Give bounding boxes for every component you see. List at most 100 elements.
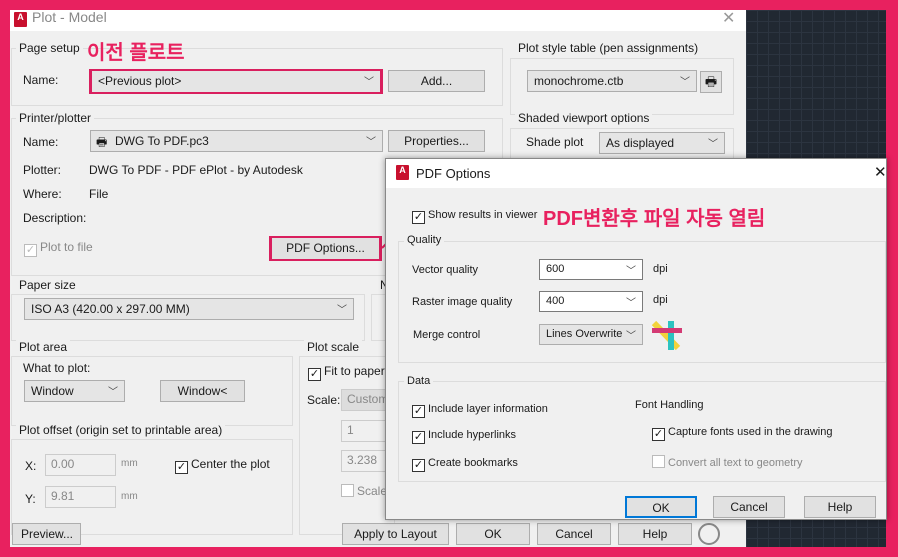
pdf-options-button[interactable]: PDF Options... — [272, 238, 379, 259]
include-layer-label: Include layer information — [428, 403, 548, 415]
what-to-plot-label: What to plot: — [23, 361, 91, 375]
pdf-options-dialog: A PDF Options ✕ ✓ Show results in viewer … — [385, 158, 887, 520]
show-results-checkbox[interactable]: ✓ Show results in viewer — [412, 209, 537, 224]
check-icon: ✓ — [24, 244, 37, 257]
annotation-auto-open: PDF변환후 파일 자동 열림 — [543, 208, 766, 230]
create-bookmarks-label: Create bookmarks — [428, 457, 518, 469]
merge-control-value: Lines Overwrite — [546, 328, 623, 340]
check-icon: ✓ — [308, 368, 321, 381]
chevron-down-icon: ﹀ — [337, 305, 347, 316]
what-to-plot-select[interactable]: Window ﹀ — [24, 380, 125, 402]
plotter-label: Plotter: — [23, 163, 62, 177]
plot-style-select[interactable]: monochrome.ctb ﹀ — [527, 70, 697, 92]
chevron-down-icon: ﹀ — [680, 77, 690, 88]
include-hyperlinks-checkbox[interactable]: ✓ Include hyperlinks — [412, 429, 516, 444]
capture-fonts-checkbox[interactable]: ✓ Capture fonts used in the drawing — [652, 426, 833, 441]
shade-plot-value: As displayed — [606, 136, 675, 150]
pdf-help-button[interactable]: Help — [804, 496, 876, 518]
convert-text-checkbox[interactable]: Convert all text to geometry — [652, 455, 803, 469]
pdf-ok-button[interactable]: OK — [625, 496, 697, 518]
dialog-title: Plot - Model — [32, 9, 107, 25]
what-to-plot-value: Window — [31, 384, 74, 398]
plot-style-label: Plot style table (pen assignments) — [515, 41, 702, 55]
merge-control-select[interactable]: Lines Overwrite ﹀ — [539, 324, 643, 345]
page-setup-name-select[interactable]: <Previous plot> ﹀ — [92, 71, 380, 92]
paper-size-select[interactable]: ISO A3 (420.00 x 297.00 MM) ﹀ — [24, 298, 354, 320]
close-icon[interactable]: ✕ — [722, 8, 735, 28]
annotation-previous-plot: 이전 플로트 — [87, 42, 185, 64]
include-layer-checkbox[interactable]: ✓ Include layer information — [412, 403, 548, 418]
description-label: Description: — [23, 211, 87, 225]
plot-to-file-label: Plot to file — [40, 240, 93, 254]
printer-name-label: Name: — [23, 135, 59, 149]
expand-icon[interactable] — [698, 523, 720, 545]
check-icon: ✓ — [175, 461, 188, 474]
cancel-button[interactable]: Cancel — [537, 523, 611, 545]
vector-quality-select[interactable]: 600 ﹀ — [539, 259, 643, 280]
ok-button[interactable]: OK — [456, 523, 530, 545]
shade-plot-label: Shade plot — [526, 135, 584, 149]
printer-name-select[interactable]: 🖶 DWG To PDF.pc3 ﹀ — [90, 130, 383, 152]
chevron-down-icon: ﹀ — [366, 137, 376, 148]
checkbox-empty — [652, 455, 665, 468]
page-setup-value: <Previous plot> — [98, 74, 182, 88]
chevron-down-icon: ﹀ — [364, 77, 374, 88]
shade-plot-select[interactable]: As displayed ﹀ — [599, 132, 725, 154]
properties-button[interactable]: Properties... — [388, 130, 485, 152]
chevron-down-icon: ﹀ — [626, 266, 636, 277]
vector-unit: dpi — [653, 263, 668, 275]
offset-y-input[interactable]: 9.81 — [45, 486, 116, 508]
fit-to-paper-label: Fit to paper — [324, 364, 385, 378]
checkbox-empty — [341, 484, 354, 497]
printer-value: DWG To PDF.pc3 — [115, 134, 209, 148]
scale-label: Scale: — [307, 393, 341, 407]
printer-label: Printer/plotter — [16, 111, 95, 125]
show-results-label: Show results in viewer — [428, 209, 538, 221]
page-setup-name-label: Name: — [23, 73, 59, 87]
center-plot-label: Center the plot — [191, 457, 270, 471]
include-hyperlinks-label: Include hyperlinks — [428, 429, 517, 441]
plotter-icon: 🖶 — [96, 135, 108, 149]
merge-control-label: Merge control — [413, 329, 481, 341]
edit-plot-style-button[interactable]: 🖶 — [700, 71, 722, 93]
raster-quality-select[interactable]: 400 ﹀ — [539, 291, 643, 312]
offset-y-label: Y: — [25, 492, 36, 506]
autocad-icon: A — [14, 12, 27, 27]
check-icon: ✓ — [412, 211, 425, 224]
create-bookmarks-checkbox[interactable]: ✓ Create bookmarks — [412, 457, 518, 472]
plot-style-value: monochrome.ctb — [534, 74, 624, 88]
paper-size-label: Paper size — [16, 278, 79, 292]
apply-to-layout-button[interactable]: Apply to Layout — [342, 523, 449, 545]
plot-style-editor-icon: 🖶 — [704, 74, 718, 89]
offset-x-unit: mm — [121, 458, 138, 469]
pdf-cancel-button[interactable]: Cancel — [713, 496, 785, 518]
check-icon: ✓ — [412, 459, 425, 472]
plot-scale-label: Plot scale — [304, 340, 363, 354]
raster-unit: dpi — [653, 294, 668, 306]
autocad-icon: A — [396, 165, 409, 180]
center-plot-checkbox[interactable]: ✓ Center the plot — [175, 457, 270, 474]
shaded-label: Shaded viewport options — [515, 111, 653, 125]
paper-size-value: ISO A3 (420.00 x 297.00 MM) — [31, 302, 190, 316]
add-button[interactable]: Add... — [388, 70, 485, 92]
capture-fonts-label: Capture fonts used in the drawing — [668, 426, 833, 438]
check-icon: ✓ — [652, 428, 665, 441]
window-button[interactable]: Window< — [160, 380, 245, 402]
check-icon: ✓ — [412, 431, 425, 444]
convert-text-label: Convert all text to geometry — [668, 457, 803, 469]
help-button[interactable]: Help — [618, 523, 692, 545]
plot-scale-group — [299, 356, 395, 535]
offset-y-unit: mm — [121, 491, 138, 502]
offset-x-label: X: — [25, 459, 37, 473]
preview-button[interactable]: Preview... — [12, 523, 81, 545]
fit-to-paper-checkbox[interactable]: ✓ Fit to paper — [308, 364, 385, 381]
font-handling-label: Font Handling — [635, 399, 704, 411]
chevron-down-icon: ﹀ — [108, 387, 118, 398]
data-label: Data — [404, 375, 434, 387]
offset-x-input[interactable]: 0.00 — [45, 454, 116, 476]
plot-offset-label: Plot offset (origin set to printable are… — [16, 423, 226, 437]
pdf-dialog-title: PDF Options — [416, 166, 491, 181]
chevron-down-icon: ﹀ — [626, 298, 636, 309]
close-icon[interactable]: ✕ — [874, 163, 887, 181]
plot-to-file-checkbox[interactable]: ✓ Plot to file — [24, 240, 93, 257]
